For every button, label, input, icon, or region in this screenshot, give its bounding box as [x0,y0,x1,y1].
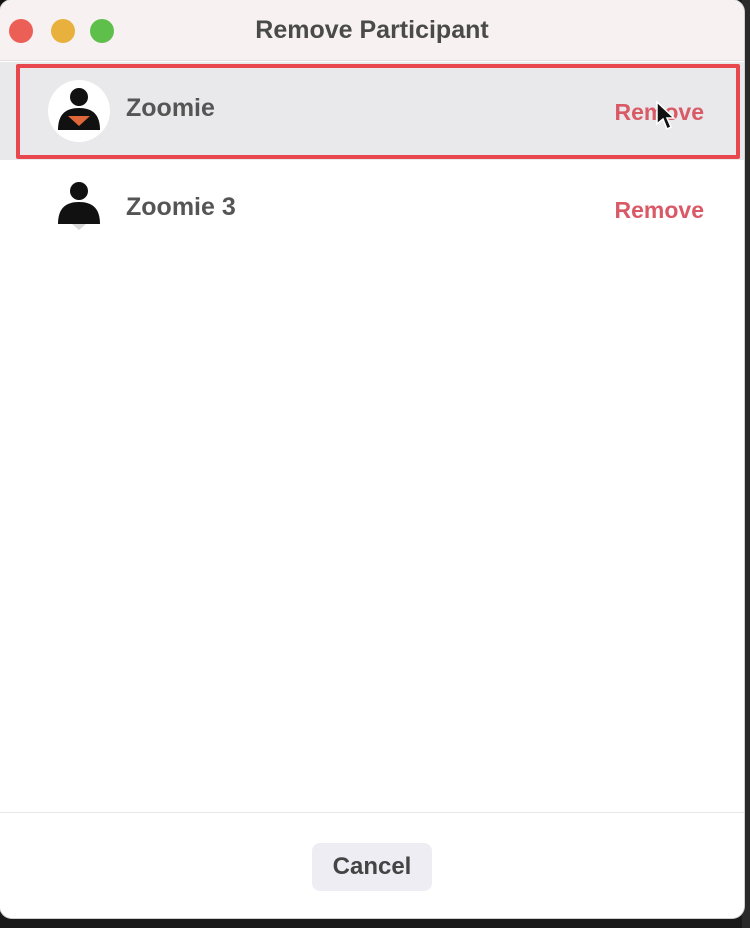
person-icon [58,182,100,230]
avatar [48,80,110,142]
person-icon [58,88,100,130]
participant-name: Zoomie [126,94,215,122]
dialog-title: Remove Participant [255,16,489,44]
cancel-button[interactable]: Cancel [312,843,432,891]
participant-row-zoomie[interactable]: Zoomie Remove [0,62,744,160]
participant-row-zoomie-3[interactable]: Zoomie 3 Remove [0,160,744,258]
avatar [48,174,110,236]
title-bar: Remove Participant [0,0,744,61]
remove-button[interactable]: Remove [615,197,704,224]
dialog-footer: Cancel [0,812,744,918]
participant-name: Zoomie 3 [126,193,236,221]
mouse-pointer-icon [656,100,676,131]
remove-participant-dialog: Remove Participant Zoomie Remove Zoomie … [0,0,744,918]
